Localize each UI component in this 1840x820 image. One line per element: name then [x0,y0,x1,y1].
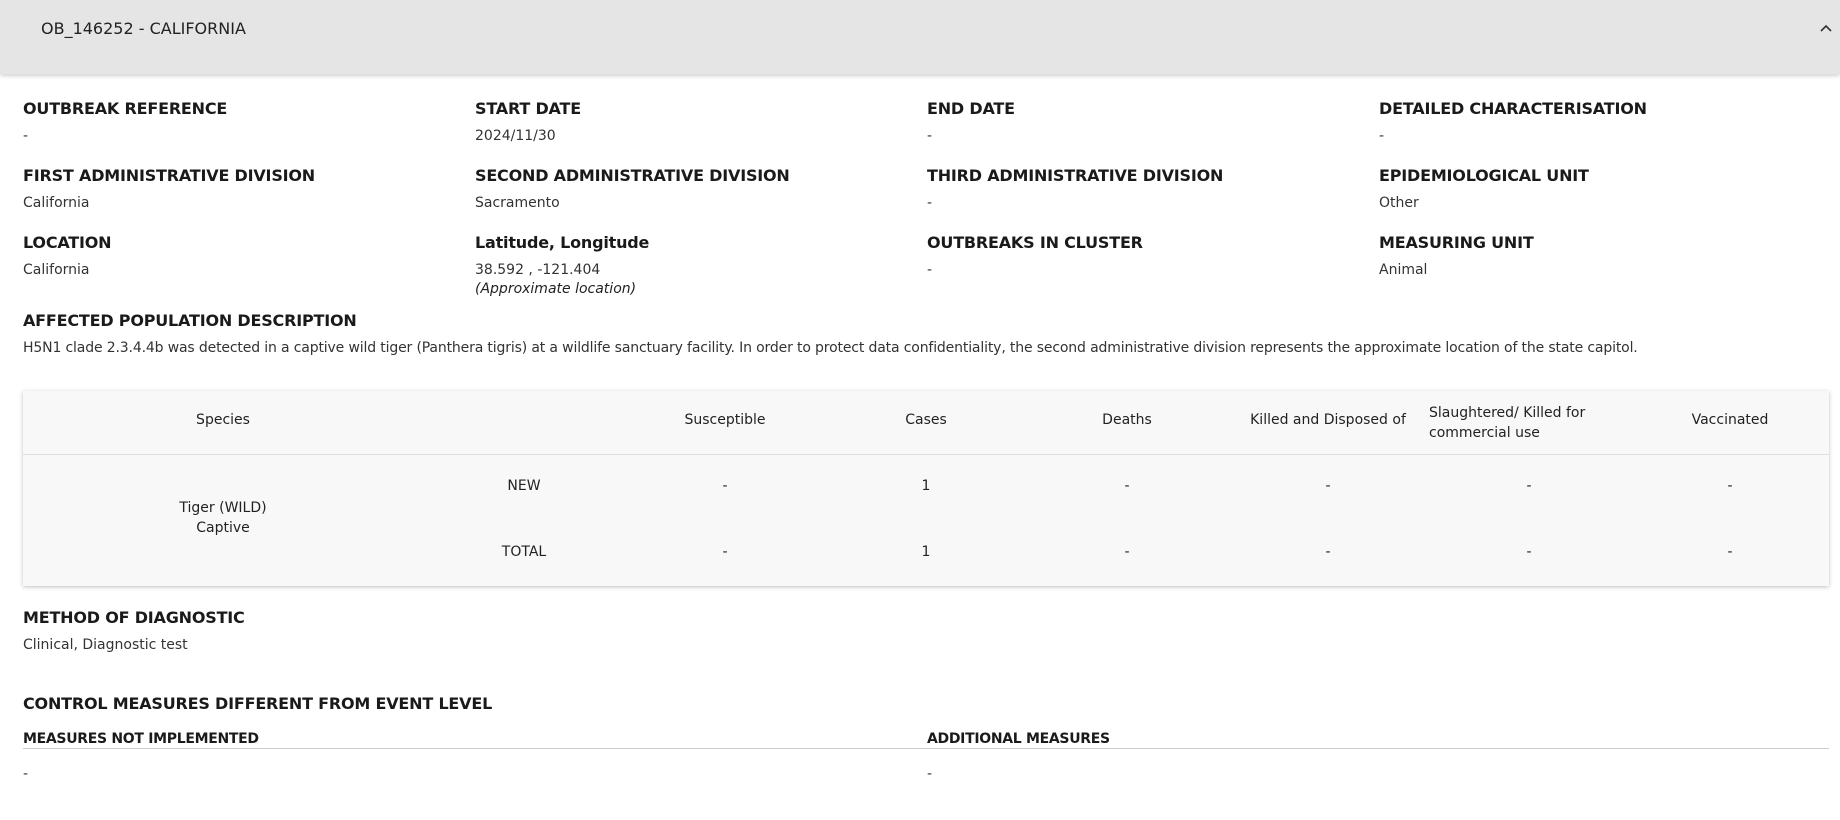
row-type-total: TOTAL [502,544,546,560]
field-first-admin-division: FIRST ADMINISTRATIVE DIVISION California [23,166,315,211]
field-method-of-diagnostic: METHOD OF DIAGNOSTIC Clinical, Diagnosti… [23,608,245,653]
cell-new-deaths: - [1124,478,1129,494]
cell-new-slaughtered: - [1526,478,1531,494]
control-measures-section: CONTROL MEASURES DIFFERENT FROM EVENT LE… [23,694,492,713]
field-outbreak-reference: OUTBREAK REFERENCE - [23,99,227,144]
species-name: Tiger (WILD) [179,500,266,516]
field-second-admin-division: SECOND ADMINISTRATIVE DIVISION Sacrament… [475,166,790,211]
field-label: EPIDEMIOLOGICAL UNIT [1379,166,1589,185]
additional-measures: ADDITIONAL MEASURES [927,731,1110,747]
divider [927,748,1829,749]
cell-total-deaths: - [1124,544,1129,560]
cell-total-slaughtered: - [1526,544,1531,560]
measures-not-implemented-value-wrap: - [23,766,28,782]
field-location: LOCATION California [23,233,111,278]
approximate-location-note: (Approximate location) [475,281,649,297]
affected-population-section: AFFECTED POPULATION DESCRIPTION [23,311,357,330]
field-label: MEASURING UNIT [1379,233,1534,252]
field-label: Latitude, Longitude [475,233,649,252]
field-epidemiological-unit: EPIDEMIOLOGICAL UNIT Other [1379,166,1589,211]
table-header-divider [23,454,1829,455]
field-value: - [23,128,227,144]
cell-new-vaccinated: - [1727,478,1732,494]
field-detailed-characterisation: DETAILED CHARACTERISATION - [1379,99,1647,144]
field-label: OUTBREAKS IN CLUSTER [927,233,1143,252]
measures-not-implemented-label: MEASURES NOT IMPLEMENTED [23,731,259,747]
field-label: DETAILED CHARACTERISATION [1379,99,1647,118]
additional-measures-value: - [927,766,932,782]
species-table: Species Susceptible Cases Deaths Killed … [23,391,1829,586]
cell-total-cases: 1 [922,544,931,560]
divider [23,748,927,749]
field-start-date: START DATE 2024/11/30 [475,99,581,144]
field-label: THIRD ADMINISTRATIVE DIVISION [927,166,1223,185]
field-label: START DATE [475,99,581,118]
measures-not-implemented: MEASURES NOT IMPLEMENTED [23,731,259,747]
cell-new-cases: 1 [922,478,931,494]
field-label: END DATE [927,99,1015,118]
col-header-slaughtered: Slaughtered/ Killed for commercial use [1429,403,1599,443]
panel-title: OB_146252 - CALIFORNIA [41,19,246,38]
field-value: - [927,195,1223,211]
field-label: FIRST ADMINISTRATIVE DIVISION [23,166,315,185]
additional-measures-label: ADDITIONAL MEASURES [927,731,1110,747]
field-label: LOCATION [23,233,111,252]
section-label: AFFECTED POPULATION DESCRIPTION [23,311,357,330]
field-value: California [23,262,111,278]
field-label: OUTBREAK REFERENCE [23,99,227,118]
col-header-cases: Cases [905,412,947,428]
col-header-vaccinated: Vaccinated [1692,412,1769,428]
field-value: 2024/11/30 [475,128,581,144]
species-sub: Captive [196,520,250,536]
section-label: METHOD OF DIAGNOSTIC [23,608,245,627]
cell-total-vaccinated: - [1727,544,1732,560]
cell-new-killed-disposed: - [1325,478,1330,494]
field-end-date: END DATE - [927,99,1015,144]
cell-total-susceptible: - [722,544,727,560]
affected-population-description: H5N1 clade 2.3.4.4b was detected in a ca… [23,340,1638,356]
field-value: - [927,128,1015,144]
section-label: CONTROL MEASURES DIFFERENT FROM EVENT LE… [23,694,492,713]
field-value: Clinical, Diagnostic test [23,637,245,653]
field-measuring-unit: MEASURING UNIT Animal [1379,233,1534,278]
measures-not-implemented-value: - [23,766,28,782]
field-value: Sacramento [475,195,790,211]
field-third-admin-division: THIRD ADMINISTRATIVE DIVISION - [927,166,1223,211]
col-header-deaths: Deaths [1102,412,1152,428]
field-label: SECOND ADMINISTRATIVE DIVISION [475,166,790,185]
field-lat-long: Latitude, Longitude 38.592 , -121.404 (A… [475,233,649,297]
chevron-up-icon[interactable] [1817,19,1835,37]
field-value: Other [1379,195,1589,211]
field-value: - [1379,128,1647,144]
field-value: California [23,195,315,211]
col-header-species: Species [196,412,250,428]
cell-total-killed-disposed: - [1325,544,1330,560]
cell-new-susceptible: - [722,478,727,494]
outbreak-panel-header[interactable]: OB_146252 - CALIFORNIA [0,0,1840,74]
field-value: 38.592 , -121.404 [475,262,649,278]
field-outbreaks-in-cluster: OUTBREAKS IN CLUSTER - [927,233,1143,278]
additional-measures-value-wrap: - [927,766,932,782]
row-type-new: NEW [507,478,540,494]
col-header-susceptible: Susceptible [684,412,765,428]
col-header-killed-disposed: Killed and Disposed of [1250,412,1406,428]
field-value: Animal [1379,262,1534,278]
field-value: - [927,262,1143,278]
